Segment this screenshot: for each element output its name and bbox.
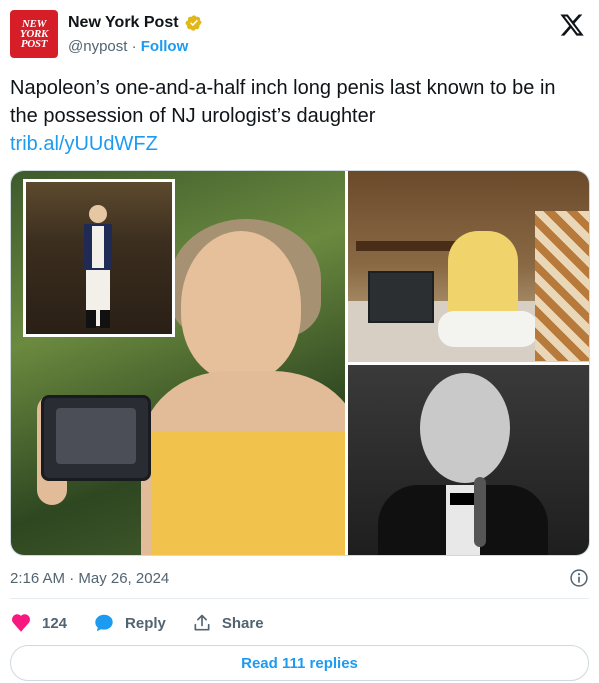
man-head xyxy=(420,373,510,483)
tweet-timestamp[interactable]: 2:16 AM · May 26, 2024 xyxy=(10,570,169,587)
tweet-header: NEW YORK POST New York Post @nypost · Fo… xyxy=(10,10,589,62)
account-name[interactable]: New York Post xyxy=(68,14,179,32)
share-upload-icon xyxy=(194,614,210,631)
info-icon[interactable] xyxy=(569,568,589,588)
follow-button[interactable]: Follow xyxy=(141,38,189,55)
microphone xyxy=(474,477,486,547)
patterned-chair xyxy=(535,211,589,361)
like-button[interactable]: 124 xyxy=(10,612,67,634)
verified-badge-icon xyxy=(185,15,202,31)
meta-divider xyxy=(10,598,589,599)
napoleon-figure xyxy=(84,205,112,328)
account-handle[interactable]: @nypost xyxy=(68,38,127,55)
tweet-media-grid[interactable] xyxy=(10,170,590,556)
napoleon-portrait-inset xyxy=(23,179,175,337)
share-label: Share xyxy=(221,614,264,632)
woman-yellow-top xyxy=(151,431,361,555)
account-handle-row: @nypost · Follow xyxy=(68,38,188,55)
account-avatar[interactable]: NEW YORK POST xyxy=(10,10,58,58)
man-bowtie xyxy=(450,493,476,505)
tweet-meta-row: 2:16 AM · May 26, 2024 xyxy=(10,566,589,590)
tweet-text-block: Napoleon’s one-and-a-half inch long peni… xyxy=(10,74,585,158)
speech-bubble-icon xyxy=(95,614,113,632)
media-image-woman-sitting[interactable] xyxy=(348,171,589,362)
tweet-text: Napoleon’s one-and-a-half inch long peni… xyxy=(10,77,556,127)
small-chest xyxy=(368,271,434,323)
read-replies-button[interactable]: Read 111 replies xyxy=(10,645,589,681)
media-image-man-bw-portrait[interactable] xyxy=(348,365,589,555)
share-button[interactable]: Share xyxy=(192,613,264,633)
antique-box xyxy=(41,395,151,481)
reply-button[interactable]: Reply xyxy=(93,612,166,634)
tweet-link[interactable]: trib.al/yUUdWFZ xyxy=(10,130,585,158)
tweet-actions-bar: 124 Reply Share xyxy=(10,610,290,636)
like-count: 124 xyxy=(42,614,68,632)
reply-label: Reply xyxy=(125,614,166,632)
avatar-logo-line-3: POST xyxy=(20,38,48,50)
x-logo-icon[interactable] xyxy=(559,12,585,38)
account-name-row: New York Post xyxy=(68,14,203,32)
media-image-woman-with-box[interactable] xyxy=(11,171,361,555)
woman-face xyxy=(181,231,301,381)
handle-separator: · xyxy=(131,38,137,55)
tweet-embed-card: NEW YORK POST New York Post @nypost · Fo… xyxy=(0,0,599,683)
seated-woman-pants xyxy=(438,311,538,347)
heart-icon xyxy=(12,614,30,632)
